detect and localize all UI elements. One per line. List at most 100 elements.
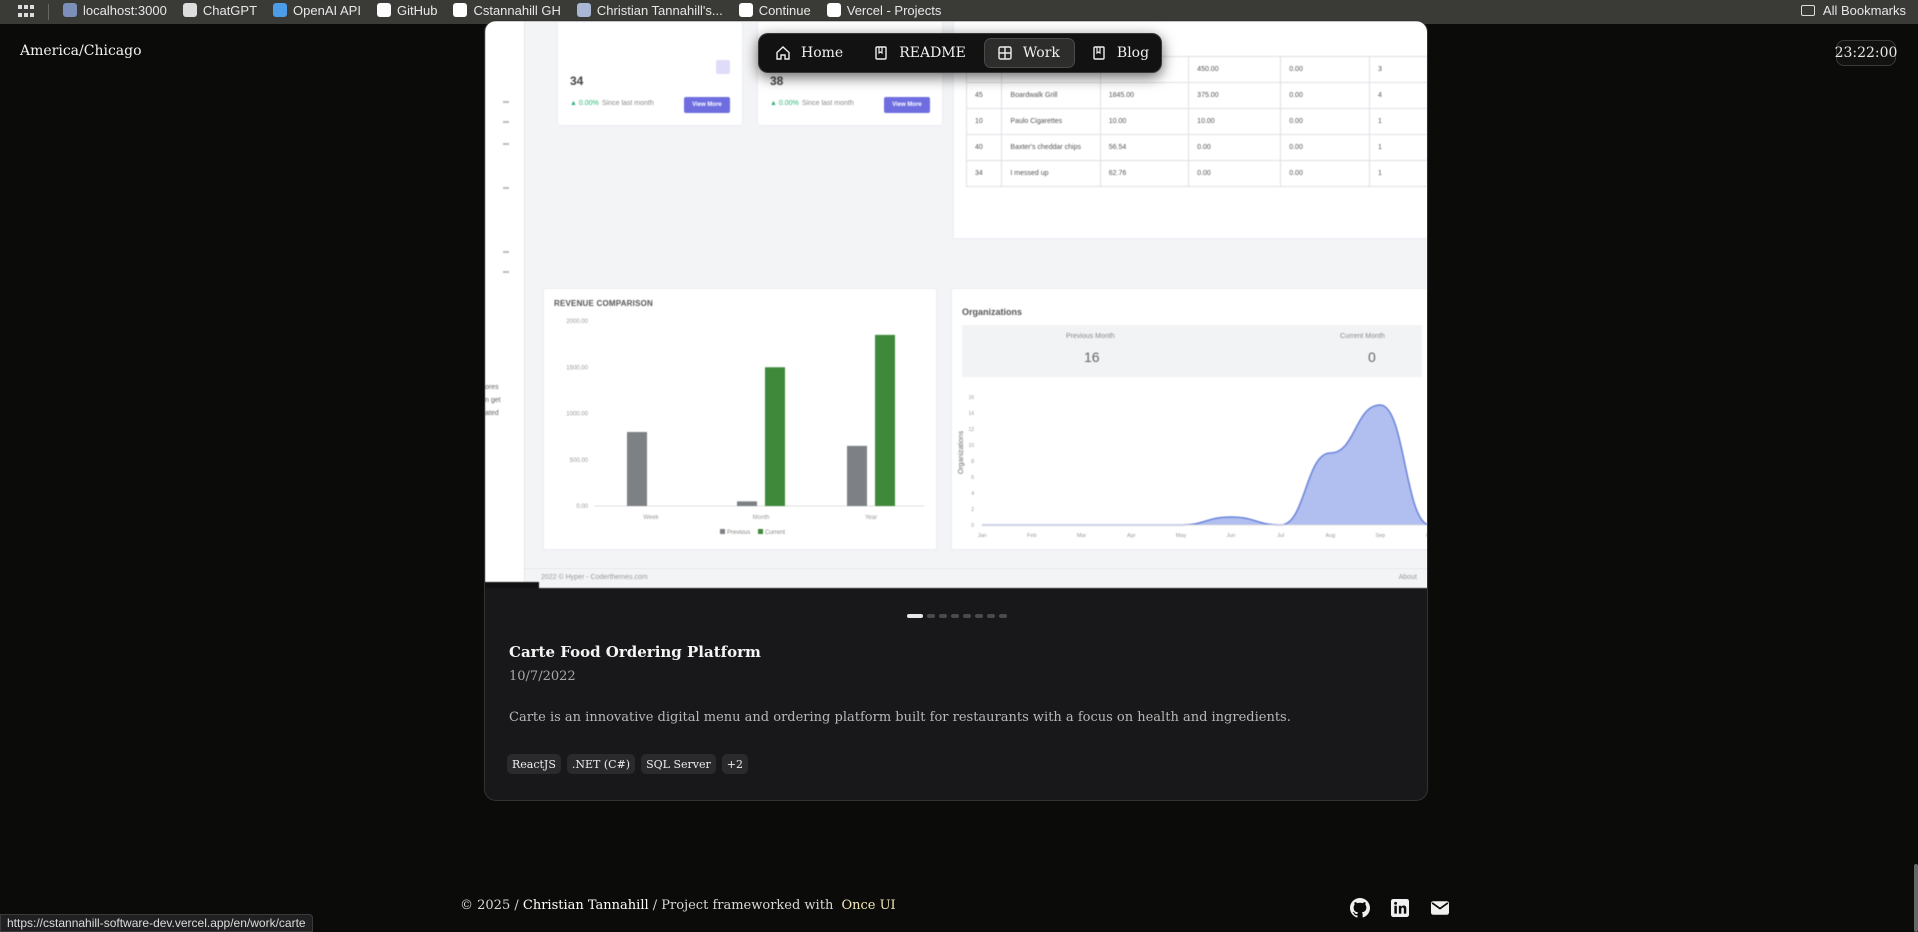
table-cell: 3 [1369, 56, 1427, 83]
x-tick-label: Aug [1326, 533, 1336, 539]
table-cell: 0.00 [1280, 82, 1370, 109]
legend-swatch [758, 529, 763, 534]
bar-current [875, 334, 895, 506]
tag-chip[interactable]: .NET (C#) [566, 754, 636, 774]
bookmark-favicon-icon [826, 3, 841, 17]
bookmark-favicon-icon [63, 3, 77, 17]
table-cell: 375.00 [1188, 82, 1282, 109]
page-scrollbar[interactable] [1914, 864, 1918, 932]
bookmark-favicon-icon [273, 3, 288, 17]
tag-chip[interactable]: SQL Server [641, 754, 716, 774]
screenshot-footer-right: About [1398, 574, 1417, 581]
y-tick-label: 0.00 [576, 504, 588, 510]
bookmark-label: GitHub [396, 2, 438, 18]
view-more-button[interactable]: View More [684, 97, 730, 113]
table-cell: 1845.00 [1099, 82, 1190, 109]
table-cell: 1 [1369, 160, 1427, 187]
y-tick-label: 10 [968, 443, 974, 449]
screenshot-edge [485, 582, 539, 588]
carousel-dot[interactable] [999, 614, 1007, 618]
x-tick-label: Feb [1027, 533, 1036, 539]
linkedin-icon[interactable] [1390, 898, 1410, 918]
bookmark-favicon-icon [453, 3, 468, 17]
y-tick-label: 8 [971, 459, 974, 465]
table-row[interactable]: 10 Paulo Cigarettes 10.00 10.00 0.00 1 [965, 108, 1427, 135]
carousel-dot[interactable] [987, 614, 995, 618]
bookmark-item[interactable]: ChatGPT [182, 3, 257, 18]
x-tick-label: Jan [978, 533, 987, 539]
sidebar-note-line: ores [485, 384, 499, 391]
bar-previous [847, 445, 867, 506]
x-tick-label: Oct [1426, 533, 1428, 539]
table-row[interactable]: 34 I messed up 62.76 0.00 0.00 1 [965, 160, 1427, 187]
orders-table: 43Joe's Pizzeria1350.00450.000.00345Boar… [965, 56, 1427, 187]
table-cell: 40 [965, 134, 1003, 161]
project-date: 10/7/2022 [509, 669, 576, 684]
y-tick-label: 4 [971, 491, 974, 497]
x-tick-label: May [1176, 533, 1187, 539]
bookmark-item[interactable]: Cstannahill GH [453, 3, 561, 18]
mail-icon[interactable] [1430, 898, 1450, 918]
project-title[interactable]: Carte Food Ordering Platform [509, 643, 761, 661]
organizations-area-chart: 0 2 4 6 8 10 12 14 16 Jan Feb Mar Apr May Jun Jul Aug Sep… [968, 395, 1428, 539]
carousel-dot[interactable] [939, 614, 947, 618]
table-cell: 1 [1369, 134, 1427, 161]
carousel-dot[interactable] [951, 614, 959, 618]
x-tick-label: Mar [1077, 533, 1087, 539]
nav-blog[interactable]: Blog [1079, 38, 1163, 68]
tag-chip[interactable]: ReactJS [507, 754, 561, 774]
carousel-dot[interactable] [907, 614, 923, 618]
table-cell: Paulo Cigarettes [1001, 108, 1101, 135]
timezone-label: America/Chicago [20, 43, 142, 59]
table-cell: 34 [965, 160, 1003, 187]
screenshot-footer: 2022 © Hyper - Coderthemes.com About [525, 568, 1427, 588]
bookmark-item[interactable]: OpenAI API [273, 3, 361, 18]
y-tick-label: 0 [971, 523, 974, 529]
bookmark-item[interactable]: localhost:3000 [63, 3, 167, 18]
nav-label: README [899, 45, 966, 61]
y-tick-label: 16 [968, 395, 974, 401]
once-ui-link[interactable]: Once UI [841, 898, 895, 913]
legend-label: Current [765, 530, 785, 536]
bookmark-item[interactable]: Christian Tannahill's... [576, 3, 723, 18]
nav-readme[interactable]: README [861, 38, 980, 68]
bookmark-favicon-icon [376, 3, 391, 17]
table-cell: 0.00 [1280, 56, 1370, 83]
carousel-dot[interactable] [927, 614, 935, 618]
bookmark-item[interactable]: Continue [738, 3, 811, 18]
nav-work[interactable]: Work [983, 38, 1075, 68]
project-screenshot[interactable]: ores n get ated 34 ▲ 0.00% Since last mont… [485, 21, 1428, 588]
github-icon[interactable] [1350, 898, 1370, 918]
project-card[interactable]: ores n get ated 34 ▲ 0.00% Since last mont… [484, 20, 1428, 801]
legend-swatch [720, 529, 725, 534]
stat-card: 34 ▲ 0.00% Since last month View More [557, 21, 743, 126]
all-bookmarks-label: All Bookmarks [1822, 2, 1906, 18]
folder-icon [1800, 4, 1815, 16]
bookmark-item[interactable]: Vercel - Projects [826, 3, 941, 18]
y-tick-label: 14 [968, 411, 974, 417]
table-cell: 450.00 [1188, 56, 1282, 83]
main-nav: Home README Work Blog [758, 33, 1162, 73]
table-cell: 10.00 [1099, 108, 1190, 135]
stat-change: ▲ 0.00% [570, 100, 599, 107]
copyright-text: © 2025 / [460, 898, 519, 913]
legend-label: Previous [727, 530, 750, 536]
site-footer: © 2025 / Christian Tannahill / Project f… [460, 898, 896, 913]
carousel-dot[interactable] [975, 614, 983, 618]
table-row[interactable]: 45 Boardwalk Grill 1845.00 375.00 0.00 4 [965, 82, 1427, 109]
table-row[interactable]: 40 Baxter's cheddar chips 56.54 0.00 0.00 1 [965, 134, 1427, 161]
table-cell: 0.00 [1280, 108, 1370, 135]
footer-middle-text: / Project frameworked with [652, 898, 834, 913]
bookmark-item[interactable]: GitHub [376, 2, 438, 18]
bar-previous [627, 432, 647, 506]
view-more-button[interactable]: View More [884, 97, 930, 113]
sidebar-note: ores n get ated [485, 381, 501, 420]
apps-grid-icon[interactable] [18, 5, 34, 19]
nav-home[interactable]: Home [763, 38, 857, 68]
all-bookmarks-button[interactable]: All Bookmarks [1800, 0, 1906, 24]
carousel-dot[interactable] [963, 614, 971, 618]
book-icon [1091, 45, 1107, 61]
table-cell: Boardwalk Grill [1001, 82, 1101, 109]
grid-icon [997, 45, 1013, 61]
tag-chip[interactable]: +2 [721, 754, 748, 774]
